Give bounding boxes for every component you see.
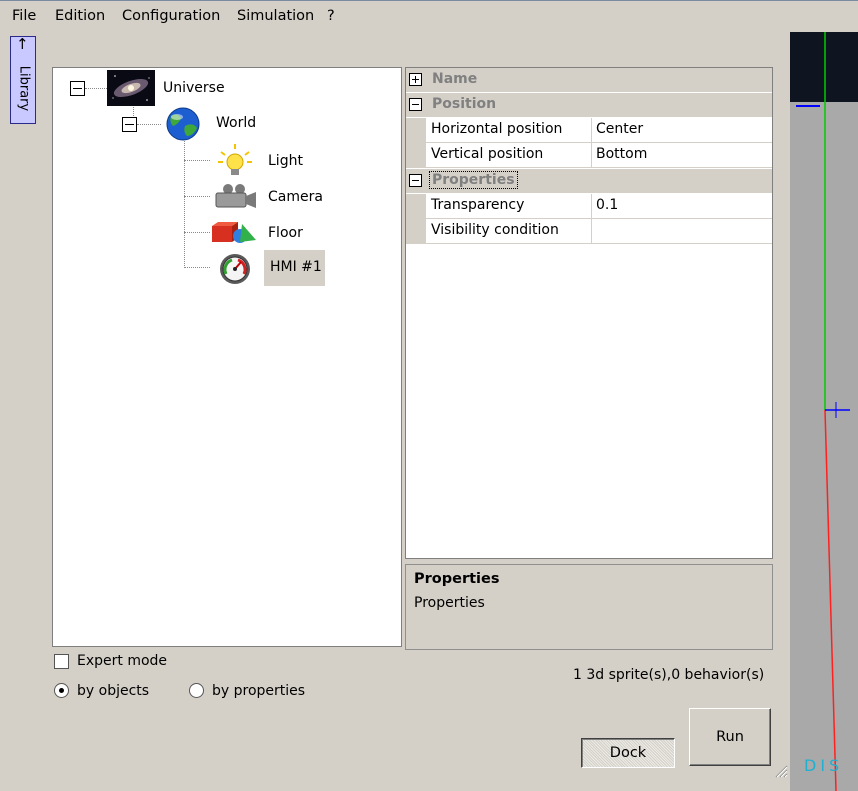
- row-gutter: [406, 118, 426, 143]
- row-gutter: [406, 219, 426, 244]
- tree-label-light: Light: [268, 153, 303, 169]
- row-gutter: [406, 143, 426, 168]
- up-arrow-icon: ↑: [16, 35, 29, 53]
- menu-file[interactable]: File: [12, 8, 36, 24]
- floor-shapes-icon: [212, 222, 256, 243]
- row-gutter: [406, 194, 426, 219]
- scene-tree[interactable]: Universe World Light Camera Floor HMI #1: [52, 67, 402, 647]
- property-description: Properties Properties: [405, 564, 773, 650]
- scene-axes: [796, 32, 850, 791]
- menu-edition[interactable]: Edition: [55, 8, 105, 24]
- tree-node-camera[interactable]: Camera: [210, 178, 330, 214]
- tree-connector: [184, 160, 210, 161]
- tree-node-light[interactable]: Light: [210, 142, 330, 178]
- tree-node-world[interactable]: World: [161, 106, 281, 142]
- tree-connector: [184, 232, 210, 233]
- menu-bar: File Edition Configuration Simulation ?: [0, 0, 858, 33]
- property-grid[interactable]: Name Position Horizontal position Center…: [405, 67, 773, 559]
- collapse-icon[interactable]: [409, 98, 422, 111]
- scene-status: 1 3d sprite(s),0 behavior(s): [573, 667, 765, 683]
- property-row[interactable]: Vertical position Bottom: [406, 143, 772, 168]
- dock-button-label: Dock: [609, 745, 647, 761]
- property-value[interactable]: 0.1: [596, 197, 618, 213]
- library-tab-label: Library: [16, 65, 32, 112]
- menu-configuration[interactable]: Configuration: [122, 8, 220, 24]
- tree-connector: [184, 267, 210, 268]
- property-value[interactable]: Center: [596, 121, 643, 137]
- tree-label-universe: Universe: [163, 80, 225, 96]
- tree-connector: [85, 88, 107, 89]
- world-collapse-toggle[interactable]: [122, 117, 137, 132]
- property-row[interactable]: Visibility condition: [406, 219, 772, 244]
- library-tab[interactable]: ↑ Library: [10, 36, 36, 124]
- camera-icon: [215, 184, 256, 208]
- tree-label-hmi: HMI #1: [270, 259, 322, 275]
- tree-label-world: World: [216, 115, 257, 131]
- category-position[interactable]: Position: [406, 93, 772, 117]
- expand-icon[interactable]: [409, 73, 422, 86]
- category-label: Properties: [429, 171, 518, 189]
- 3d-viewport[interactable]: DIS: [790, 32, 858, 791]
- gauge-icon: [220, 254, 250, 284]
- globe-icon: [166, 107, 200, 141]
- property-row[interactable]: Transparency 0.1: [406, 194, 772, 219]
- tree-label-camera: Camera: [268, 189, 323, 205]
- expert-mode-checkbox[interactable]: [54, 654, 69, 669]
- by-objects-radio[interactable]: [54, 683, 69, 698]
- galaxy-icon: [107, 70, 155, 106]
- category-properties[interactable]: Properties: [406, 169, 772, 193]
- expert-mode-label: Expert mode: [77, 653, 168, 669]
- by-properties-label: by properties: [212, 683, 306, 699]
- tree-node-hmi[interactable]: HMI #1: [210, 250, 330, 286]
- property-name: Visibility condition: [426, 219, 592, 243]
- dock-button[interactable]: Dock: [581, 738, 675, 768]
- run-button[interactable]: Run: [689, 708, 771, 766]
- description-text: Properties: [414, 595, 485, 611]
- resize-grip-icon[interactable]: [774, 764, 788, 778]
- tree-label-floor: Floor: [268, 225, 303, 241]
- collapse-icon[interactable]: [409, 174, 422, 187]
- tree-connector: [184, 196, 210, 197]
- lightbulb-icon: [218, 144, 252, 175]
- property-row[interactable]: Horizontal position Center: [406, 118, 772, 143]
- property-name: Transparency: [426, 194, 592, 218]
- menu-help[interactable]: ?: [327, 8, 335, 24]
- category-name[interactable]: Name: [406, 68, 772, 92]
- property-name: Horizontal position: [426, 118, 592, 142]
- universe-collapse-toggle[interactable]: [70, 81, 85, 96]
- viewport-watermark: DIS: [804, 756, 844, 775]
- menu-simulation[interactable]: Simulation: [237, 8, 314, 24]
- tree-connector: [184, 138, 185, 266]
- property-name: Vertical position: [426, 143, 592, 167]
- run-button-label: Run: [716, 729, 744, 745]
- description-title: Properties: [414, 571, 500, 587]
- by-objects-label: by objects: [77, 683, 150, 699]
- property-value[interactable]: Bottom: [596, 146, 647, 162]
- tree-node-universe[interactable]: Universe: [107, 70, 267, 106]
- tree-node-floor[interactable]: Floor: [210, 214, 330, 250]
- tree-connector: [137, 124, 161, 125]
- category-label: Position: [432, 96, 497, 112]
- category-label: Name: [432, 71, 478, 87]
- by-properties-radio[interactable]: [189, 683, 204, 698]
